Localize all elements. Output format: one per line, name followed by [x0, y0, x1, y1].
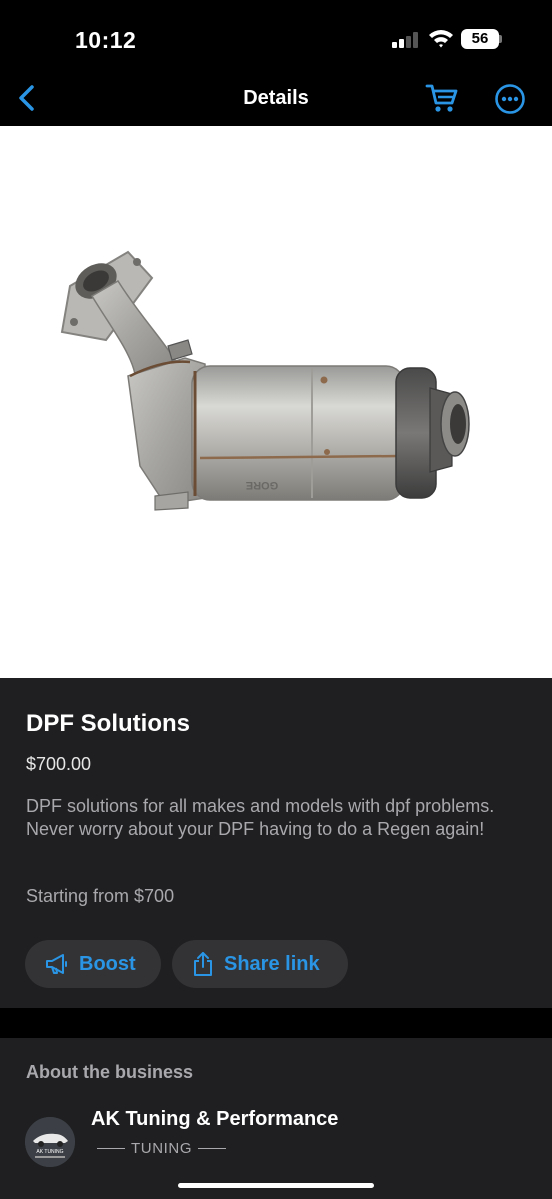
battery-cap — [499, 35, 502, 43]
product-price: $700.00 — [26, 754, 92, 774]
wifi-icon — [429, 30, 453, 48]
tag-rule-left — [97, 1148, 125, 1149]
business-name[interactable]: AK Tuning & Performance — [91, 1108, 338, 1131]
starting-price-note: Starting from $700 — [26, 886, 175, 906]
boost-label: Boost — [79, 952, 136, 975]
cart-button[interactable] — [424, 82, 460, 114]
tag-rule-right — [198, 1148, 227, 1149]
about-heading: About the business — [26, 1062, 194, 1082]
product-image[interactable]: GORE — [0, 126, 552, 678]
more-options-icon — [495, 84, 525, 114]
part-marking-text: GORE — [246, 479, 278, 491]
shopping-cart-icon — [425, 84, 458, 112]
battery-indicator: 56 — [461, 29, 499, 49]
section-divider — [0, 1008, 552, 1038]
about-business-card: About the business AK TUNING AK Tuning &… — [0, 1038, 552, 1199]
home-indicator[interactable] — [178, 1183, 374, 1188]
dpf-part-illustration: GORE — [60, 250, 470, 511]
product-title: DPF Solutions — [26, 710, 190, 737]
avatar-logo-text: AK TUNING — [36, 1149, 63, 1155]
share-link-label: Share link — [224, 952, 320, 975]
business-avatar[interactable]: AK TUNING — [25, 1117, 75, 1167]
share-link-button[interactable]: Share link — [172, 940, 348, 988]
status-time: 10:12 — [75, 27, 137, 53]
more-options-button[interactable] — [494, 83, 526, 115]
nav-bar: Details — [0, 70, 552, 126]
product-description: DPF solutions for all makes and models w… — [26, 796, 495, 839]
share-icon — [194, 952, 212, 976]
product-details-card: DPF Solutions $700.00 DPF solutions for … — [0, 678, 552, 1008]
business-tag-text: TUNING — [131, 1140, 193, 1157]
cellular-signal-icon — [392, 32, 420, 48]
boost-button[interactable]: Boost — [25, 940, 161, 988]
business-tagline: TUNING — [91, 1140, 232, 1157]
status-bar: 10:12 56 — [0, 0, 552, 70]
page-title: Details — [243, 87, 309, 109]
business-logo-icon: AK TUNING — [25, 1117, 75, 1167]
megaphone-icon — [46, 954, 67, 974]
